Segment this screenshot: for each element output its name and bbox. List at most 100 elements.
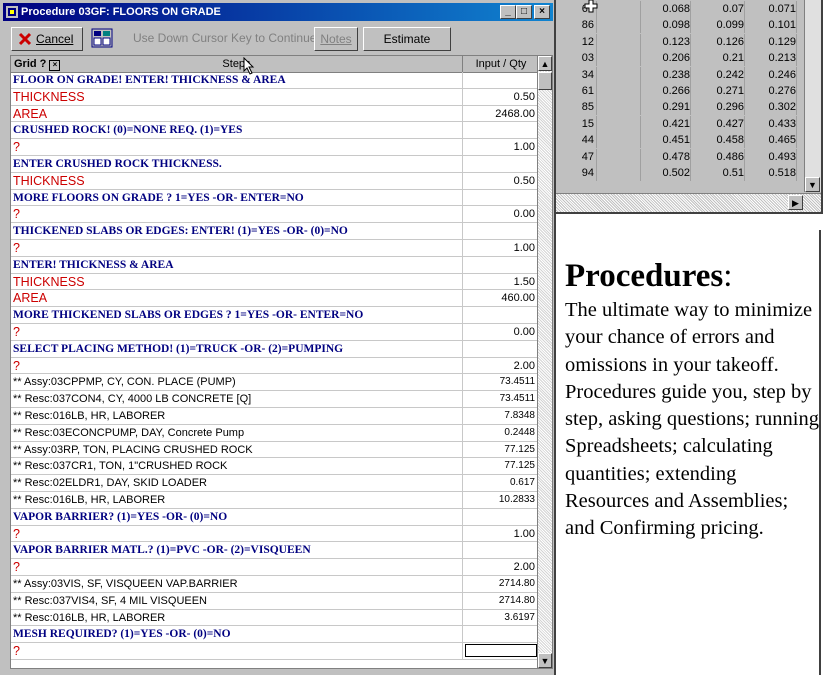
qty-cell[interactable]: 2714.80 [463,593,537,609]
cancel-button[interactable]: Cancel [11,27,83,51]
spreadsheet-cell[interactable]: 0.098 [642,17,691,34]
qty-cell[interactable]: 2468.00 [463,106,537,122]
grid-vertical-scrollbar[interactable]: ▲ ▼ [537,56,552,668]
grid-row[interactable]: THICKENED SLABS OR EDGES: ENTER! (1)=YES… [11,223,539,240]
qty-cell[interactable] [463,509,537,525]
grid-row[interactable]: ENTER! THICKNESS & AREA [11,256,539,274]
qty-cell[interactable] [463,626,537,642]
grid-row[interactable]: ** Resc:037CR1, TON, 1"CRUSHED ROCK 77.12… [11,458,539,476]
qty-cell[interactable] [463,341,537,357]
spreadsheet-cell[interactable]: 0.465 [746,132,797,149]
spreadsheet-cell[interactable]: 0.129 [746,33,797,50]
qty-cell[interactable]: 10.2833 [463,492,537,508]
spreadsheet-cell[interactable]: 0.51 [692,165,745,181]
grid-row[interactable]: ? 1.00 [11,239,539,257]
spreadsheet-cell[interactable]: 03 [556,50,597,67]
qty-input-field[interactable] [465,644,537,658]
window-titlebar[interactable]: Procedure 03GF: FLOORS ON GRADE _ □ × [3,3,553,21]
spreadsheet-cell[interactable] [596,66,641,83]
spreadsheet-cell[interactable]: 0.433 [746,115,797,132]
qty-cell[interactable] [463,122,537,138]
grid-row[interactable]: ** Resc:02ELDR1, DAY, SKID LOADER 0.617 [11,475,539,492]
grid-row[interactable]: ? 1.00 [11,139,539,156]
spreadsheet-cell[interactable]: 0.246 [746,66,797,83]
qty-cell[interactable]: 7.8348 [463,408,537,424]
spreadsheet-cell[interactable] [596,83,641,99]
grid-row[interactable]: CRUSHED ROCK! (0)=NONE REQ. (1)=YES [11,122,539,140]
grid-help-label[interactable]: Grid ? × [14,56,61,72]
spreadsheet-cell[interactable]: 86 [556,17,597,34]
spreadsheet-cell[interactable]: 0.206 [642,50,691,67]
spreadsheet-cell[interactable] [596,132,641,149]
qty-cell[interactable]: 2.00 [463,358,537,374]
grid-row[interactable]: VAPOR BARRIER MATL.? (1)=PVC -OR- (2)=VI… [11,542,539,560]
spreadsheet-cell[interactable]: 47 [556,148,597,165]
grid-row[interactable]: ENTER CRUSHED ROCK THICKNESS. [11,155,539,173]
spreadsheet-cell[interactable]: 44 [556,132,597,149]
spreadsheet-cell[interactable]: 15 [556,115,597,132]
grid-row[interactable]: AREA 460.00 [11,290,539,308]
grid-row[interactable]: ** Resc:016LB, HR, LABORER 3.6197 [11,609,539,627]
spreadsheet-cell[interactable]: 0.123 [642,33,691,50]
spreadsheet-cell[interactable]: 0.126 [692,33,745,50]
qty-cell[interactable] [463,190,537,206]
qty-cell[interactable] [463,307,537,323]
spreadsheet-cell[interactable]: 0.07 [692,1,745,17]
spreadsheet-cell[interactable] [596,1,641,17]
spreadsheet-cell[interactable]: 0.421 [642,115,691,132]
grid-row[interactable]: ** Resc:037VIS4, SF, 4 MIL VISQUEEN 2714.… [11,592,539,610]
spreadsheet-cell[interactable]: 0.242 [692,66,745,83]
qty-cell[interactable] [463,156,537,172]
grid-row[interactable]: ** Resc:016LB, HR, LABORER 10.2833 [11,491,539,509]
qty-cell[interactable] [463,223,537,239]
spreadsheet-cell[interactable] [596,99,641,116]
spreadsheet-vertical-scrollbar[interactable]: ▼ [804,0,821,192]
spreadsheet-cell[interactable] [596,17,641,34]
spreadsheet-cell[interactable]: 0.21 [692,50,745,67]
grid-row[interactable]: SELECT PLACING METHOD! (1)=TRUCK -OR- (2… [11,340,539,358]
grid-row[interactable]: ? 0.00 [11,323,539,341]
grid-row[interactable]: VAPOR BARRIER? (1)=YES -OR- (0)=NO [11,508,539,526]
qty-cell[interactable]: 0.2448 [463,425,537,441]
grid-row[interactable]: ** Assy:03RP, TON, PLACING CRUSHED ROCK 7… [11,441,539,459]
spreadsheet-cell[interactable]: 0.486 [692,148,745,165]
qty-cell[interactable] [463,72,537,88]
qty-cell[interactable]: 73.4511 [463,374,537,390]
spreadsheet-cell[interactable]: 85 [556,99,597,116]
scroll-right-arrow-icon[interactable]: ▶ [788,195,803,210]
spreadsheet-cell[interactable]: 0.291 [642,99,691,116]
spreadsheet-cell[interactable]: 0.458 [692,132,745,149]
grid-row[interactable]: ? [11,643,539,660]
qty-cell[interactable]: 0.00 [463,206,537,222]
spreadsheet-cell[interactable]: 34 [556,66,597,83]
qty-cell[interactable]: 0.617 [463,475,537,491]
grid-row[interactable]: MESH REQUIRED? (1)=YES -OR- (0)=NO [11,626,539,644]
grid-row[interactable]: ** Resc:016LB, HR, LABORER 7.8348 [11,407,539,425]
calculator-grid-icon[interactable] [91,28,113,48]
qty-cell[interactable]: 1.00 [463,240,537,256]
spreadsheet-cell[interactable]: 0.266 [642,83,691,99]
qty-cell[interactable]: 0.50 [463,173,537,189]
grid-row[interactable]: ? 2.00 [11,559,539,576]
spreadsheet-cell[interactable]: 0.302 [746,99,797,116]
qty-cell[interactable]: 1.50 [463,274,537,290]
maximize-button[interactable]: □ [516,5,532,19]
spreadsheet-cell[interactable]: 0.296 [692,99,745,116]
grid-row[interactable]: ** Resc:037CON4, CY, 4000 LB CONCRETE [Q… [11,391,539,408]
grid-row[interactable]: MORE FLOORS ON GRADE ? 1=YES -OR- ENTER=… [11,189,539,207]
spreadsheet-cell[interactable]: 0.427 [692,115,745,132]
grid-row[interactable]: AREA 2468.00 [11,105,539,123]
qty-cell[interactable]: 460.00 [463,290,537,306]
grid-row[interactable]: ** Assy:03VIS, SF, VISQUEEN VAP.BARRIER 2… [11,575,539,593]
qty-cell[interactable]: 2714.80 [463,576,537,592]
qty-cell[interactable]: 1.00 [463,526,537,542]
qty-cell[interactable]: 73.4511 [463,391,537,407]
spreadsheet-cell[interactable]: 12 [556,33,597,50]
spreadsheet-cell[interactable] [596,115,641,132]
qty-cell[interactable]: 3.6197 [463,610,537,626]
spreadsheet-cell[interactable] [596,33,641,50]
grid-row[interactable]: FLOOR ON GRADE! ENTER! THICKNESS & AREA [11,72,539,89]
grid-row[interactable]: ** Assy:03CPPMP, CY, CON. PLACE (PUMP) 73… [11,374,539,392]
spreadsheet-cell[interactable]: 0.502 [642,165,691,181]
steps-column-header[interactable]: Grid ? × Steps [11,56,463,75]
